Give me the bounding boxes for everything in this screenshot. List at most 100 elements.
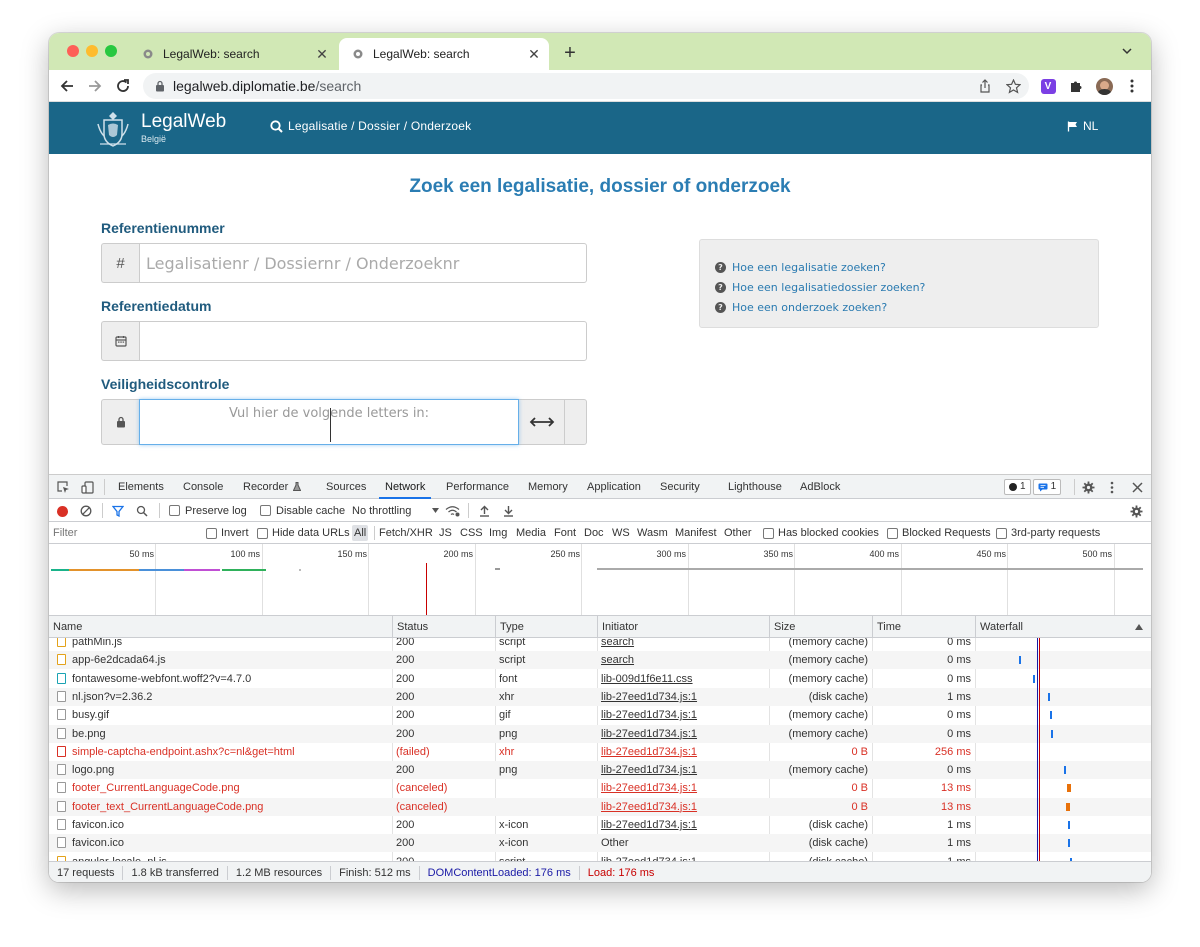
invert-checkbox[interactable]: Invert: [206, 522, 249, 544]
tab-security[interactable]: Security: [660, 475, 700, 499]
type-filter-wasm[interactable]: Wasm: [635, 525, 670, 541]
browser-tab-1[interactable]: LegalWeb: search ✕: [129, 38, 337, 70]
checkbox[interactable]: [996, 527, 1007, 539]
type-filter-fetch-xhr[interactable]: Fetch/XHR: [377, 525, 435, 541]
settings-gear-icon[interactable]: [1080, 479, 1096, 495]
help-link-investigation[interactable]: ? Hoe een onderzoek zoeken?: [715, 297, 1098, 317]
type-filter-media[interactable]: Media: [514, 525, 548, 541]
share-icon[interactable]: [976, 77, 994, 95]
close-tab-icon[interactable]: ✕: [525, 46, 543, 63]
record-icon[interactable]: [55, 504, 69, 518]
table-row[interactable]: favicon.ico 200 x-icon Other (disk cache) 1 m…: [49, 834, 1151, 853]
column-header-status[interactable]: Status: [392, 616, 495, 638]
cell-initiator[interactable]: search: [597, 638, 769, 651]
cell-initiator[interactable]: lib-27eed1d734.js:1: [597, 743, 769, 761]
import-har-icon[interactable]: [477, 504, 491, 518]
message-count-badge[interactable]: 1: [1032, 479, 1062, 495]
table-row[interactable]: simple-captcha-endpoint.ashx?c=nl&get=ht…: [49, 743, 1151, 761]
table-row[interactable]: footer_text_CurrentLanguageCode.png (canc…: [49, 797, 1151, 816]
column-header-waterfall[interactable]: Waterfall: [975, 616, 1151, 638]
network-conditions-wifi-icon[interactable]: [444, 504, 460, 518]
site-name[interactable]: LegalWeb: [141, 111, 226, 133]
cell-initiator[interactable]: lib-27eed1d734.js:1: [597, 761, 769, 779]
checkbox[interactable]: [260, 505, 271, 516]
tab-lighthouse[interactable]: Lighthouse: [728, 475, 782, 499]
type-filter-font[interactable]: Font: [552, 525, 578, 541]
more-options-icon[interactable]: [1104, 479, 1120, 495]
tab-performance[interactable]: Performance: [446, 475, 509, 499]
blocked-requests-checkbox[interactable]: Blocked Requests: [887, 522, 991, 544]
tab-adblock[interactable]: AdBlock: [800, 475, 840, 499]
checkbox[interactable]: [257, 527, 268, 539]
help-link-dossier[interactable]: ? Hoe een legalisatiedossier zoeken?: [715, 277, 1098, 297]
table-row[interactable]: app-6e2dcada64.js 200 script search (memory …: [49, 651, 1151, 670]
close-tab-icon[interactable]: ✕: [313, 46, 331, 63]
table-row[interactable]: pathMin.js 200 script search (memory cache) 0…: [49, 638, 1151, 651]
minimize-window-button[interactable]: [86, 45, 98, 57]
language-selector[interactable]: NL: [1067, 119, 1098, 133]
column-header-size[interactable]: Size: [769, 616, 872, 638]
type-filter-all[interactable]: All: [352, 525, 369, 541]
captcha-reload-arrows-icon[interactable]: [519, 399, 565, 445]
inspect-element-icon[interactable]: [55, 479, 71, 495]
clear-icon[interactable]: [79, 504, 93, 518]
address-bar[interactable]: legalweb.diplomatie.be/search: [143, 73, 1029, 99]
table-row[interactable]: nl.json?v=2.36.2 200 xhr lib-27eed1d734.js:…: [49, 687, 1151, 706]
forward-button[interactable]: [83, 74, 107, 98]
network-overview-timeline[interactable]: 50 ms 100 ms 150 ms 200 ms 250 ms 300 ms…: [49, 544, 1151, 616]
calendar-icon[interactable]: [101, 321, 139, 361]
browser-tab-2-active[interactable]: LegalWeb: search ✕: [339, 38, 549, 70]
cell-initiator[interactable]: lib-27eed1d734.js:1: [597, 853, 769, 861]
throttling-select[interactable]: No throttling: [352, 499, 440, 522]
column-header-initiator[interactable]: Initiator: [597, 616, 769, 638]
checkbox[interactable]: [887, 527, 898, 539]
new-tab-button[interactable]: +: [559, 42, 581, 64]
checkbox[interactable]: [206, 527, 217, 539]
bookmark-star-icon[interactable]: [1004, 77, 1022, 95]
column-header-type[interactable]: Type: [495, 616, 597, 638]
column-header-name[interactable]: Name: [49, 616, 392, 638]
back-button[interactable]: [55, 74, 79, 98]
export-har-icon[interactable]: [501, 504, 515, 518]
checkbox[interactable]: [763, 527, 774, 539]
third-party-requests-checkbox[interactable]: 3rd-party requests: [996, 522, 1100, 544]
preserve-log-checkbox[interactable]: Preserve log: [169, 499, 247, 522]
help-link-legalisation[interactable]: ? Hoe een legalisatie zoeken?: [715, 257, 1098, 277]
has-blocked-cookies-checkbox[interactable]: Has blocked cookies: [763, 522, 879, 544]
close-devtools-icon[interactable]: [1129, 479, 1145, 495]
tab-recorder[interactable]: Recorder: [243, 475, 302, 499]
table-row[interactable]: be.png 200 png lib-27eed1d734.js:1 (memory c…: [49, 724, 1151, 743]
maximize-window-button[interactable]: [105, 45, 117, 57]
cell-initiator[interactable]: lib-27eed1d734.js:1: [597, 798, 769, 816]
cell-initiator[interactable]: lib-27eed1d734.js:1: [597, 706, 769, 724]
network-settings-gear-icon[interactable]: [1129, 504, 1143, 518]
tab-search-chevron-icon[interactable]: [1121, 45, 1137, 61]
error-count-badge[interactable]: 1: [1004, 479, 1031, 495]
cell-initiator[interactable]: lib-27eed1d734.js:1: [597, 688, 769, 706]
filter-input[interactable]: [51, 525, 196, 541]
browser-menu-icon[interactable]: [1123, 77, 1141, 95]
captcha-audio-addon[interactable]: [565, 399, 587, 445]
device-toolbar-icon[interactable]: [79, 479, 95, 495]
type-filter-doc[interactable]: Doc: [582, 525, 606, 541]
tab-console[interactable]: Console: [183, 475, 223, 499]
tab-network[interactable]: Network: [379, 475, 432, 499]
close-window-button[interactable]: [67, 45, 79, 57]
type-filter-css[interactable]: CSS: [458, 525, 485, 541]
type-filter-js[interactable]: JS: [437, 525, 454, 541]
cell-initiator[interactable]: search: [597, 651, 769, 669]
nav-search-link[interactable]: Legalisatie / Dossier / Onderzoek: [270, 119, 471, 133]
table-row[interactable]: favicon.ico 200 x-icon lib-27eed1d734.js:1 (…: [49, 816, 1151, 834]
type-filter-ws[interactable]: WS: [610, 525, 632, 541]
table-row[interactable]: busy.gif 200 gif lib-27eed1d734.js:1 (memory…: [49, 706, 1151, 724]
cell-initiator[interactable]: lib-009d1f6e11.css: [597, 670, 769, 688]
table-row[interactable]: angular-locale_nl.js200scriptlib-27eed1d…: [49, 853, 1151, 861]
filter-funnel-icon[interactable]: [111, 504, 125, 518]
profile-avatar[interactable]: [1095, 77, 1113, 95]
table-row[interactable]: fontawesome-webfont.woff2?v=4.7.0 200 font…: [49, 670, 1151, 688]
ref-date-input[interactable]: [139, 321, 587, 361]
disable-cache-checkbox[interactable]: Disable cache: [260, 499, 345, 522]
tab-elements[interactable]: Elements: [118, 475, 164, 499]
type-filter-img[interactable]: Img: [487, 525, 509, 541]
checkbox[interactable]: [169, 505, 180, 516]
